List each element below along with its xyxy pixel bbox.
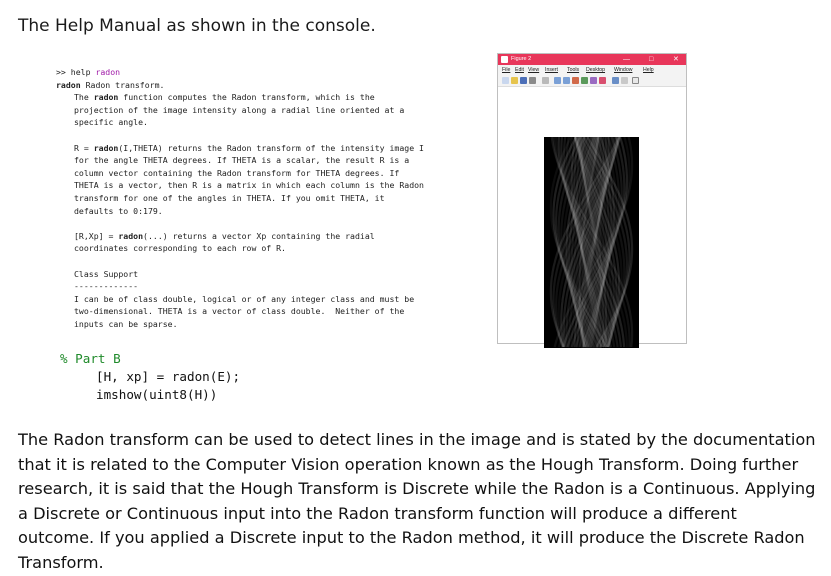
- console-text: (I,THETA) returns the Radon transform of…: [118, 142, 424, 153]
- console-text: for the angle THETA degrees. If THETA is…: [74, 155, 410, 166]
- menu-insert[interactable]: Insert: [545, 67, 558, 73]
- console-line: -------------: [56, 280, 496, 293]
- maximize-button[interactable]: □: [649, 55, 653, 64]
- console-line: two-dimensional. THETA is a vector of cl…: [56, 305, 496, 318]
- sinogram-center-band: [581, 137, 602, 348]
- console-keyword: radon: [118, 230, 144, 241]
- console-command-arg: radon: [95, 67, 121, 77]
- figure-menubar: File Edit View Insert Tools Desktop Window Help: [498, 65, 686, 75]
- console-text: function computes the Radon transform, w…: [118, 92, 375, 103]
- link-icon[interactable]: [612, 77, 619, 84]
- console-line: specific angle.: [56, 116, 496, 129]
- figure-window[interactable]: Figure 2 — □ ✕ File Edit View Insert Tools De…: [497, 53, 687, 348]
- console-text: Class Support: [74, 268, 139, 279]
- console-keyword: radon: [93, 92, 119, 103]
- console-text: R =: [74, 142, 94, 153]
- console-line: R = radon(I,THETA) returns the Radon tra…: [56, 142, 496, 155]
- console-line: defaults to 0:179.: [56, 205, 496, 218]
- console-line: The radon function computes the Radon tr…: [56, 91, 496, 104]
- figure-toolbar: [498, 75, 686, 87]
- matlab-figure-icon: [501, 56, 508, 63]
- menu-view[interactable]: View: [528, 67, 539, 73]
- console-command: help: [70, 67, 91, 77]
- code-line-radon: [H, xp] = radon(E);: [96, 369, 241, 384]
- console-line: [R,Xp] = radon(...) returns a vector Xp …: [56, 230, 496, 243]
- console-line: for the angle THETA degrees. If THETA is…: [56, 154, 496, 167]
- console-line: radon Radon transform.: [56, 79, 496, 92]
- console-text: specific angle.: [74, 117, 148, 128]
- console-text: The: [74, 92, 94, 103]
- radon-sinogram-image: [544, 137, 639, 348]
- new-figure-icon[interactable]: [502, 77, 509, 84]
- console-text: I can be of class double, logical or of …: [74, 293, 415, 304]
- console-text: -------------: [74, 281, 139, 292]
- console-text: two-dimensional. THETA is a vector of cl…: [74, 306, 405, 317]
- console-text: [R,Xp] =: [74, 230, 119, 241]
- body-paragraph: The Radon transform can be used to detec…: [18, 430, 816, 572]
- console-text: defaults to 0:179.: [74, 205, 163, 216]
- console-text: projection of the image intensity along …: [74, 104, 405, 115]
- figure-titlebar[interactable]: Figure 2 — □ ✕: [498, 54, 686, 65]
- code-line-imshow: imshow(uint8(H)): [96, 387, 218, 402]
- console-line: Class Support: [56, 268, 496, 281]
- save-icon[interactable]: [520, 77, 527, 84]
- menu-tools[interactable]: Tools: [567, 67, 579, 73]
- menu-window[interactable]: Window: [614, 67, 632, 73]
- zoom-out-icon[interactable]: [563, 77, 570, 84]
- console-line: THETA is a vector, then R is a matrix in…: [56, 179, 496, 192]
- console-help-text: radon Radon transform. The radon function…: [56, 79, 496, 331]
- legend-icon[interactable]: [632, 77, 639, 84]
- console-line: coordinates corresponding to each row of…: [56, 242, 496, 255]
- open-file-icon[interactable]: [511, 77, 518, 84]
- menu-file[interactable]: File: [502, 67, 510, 73]
- console-text: Radon transform.: [80, 79, 165, 90]
- page-heading: The Help Manual as shown in the console.: [18, 16, 376, 36]
- menu-help[interactable]: Help: [643, 67, 654, 73]
- pointer-icon[interactable]: [542, 77, 549, 84]
- pan-icon[interactable]: [572, 77, 579, 84]
- console-text: THETA is a vector, then R is a matrix in…: [74, 180, 424, 191]
- rotate-icon[interactable]: [581, 77, 588, 84]
- code-comment: % Part B: [60, 351, 121, 366]
- console-text: (...) returns a vector Xp containing the…: [143, 230, 375, 241]
- console-text: coordinates corresponding to each row of…: [74, 243, 286, 254]
- console-line: I can be of class double, logical or of …: [56, 293, 496, 306]
- console-keyword: radon: [93, 142, 119, 153]
- figure-title: Figure 2: [511, 56, 532, 62]
- code-block: % Part B [H, xp] = radon(E); imshow(uint…: [60, 350, 240, 404]
- figure-canvas: [498, 87, 686, 348]
- minimize-button[interactable]: —: [623, 55, 630, 64]
- close-button[interactable]: ✕: [673, 55, 679, 64]
- console-text: inputs can be sparse.: [74, 318, 178, 329]
- colorbar-icon[interactable]: [621, 77, 628, 84]
- brush-icon[interactable]: [599, 77, 606, 84]
- menu-edit[interactable]: Edit: [515, 67, 524, 73]
- console-command-line: >> help radon: [56, 66, 496, 79]
- data-cursor-icon[interactable]: [590, 77, 597, 84]
- console-line: transform for one of the angles in THETA…: [56, 192, 496, 205]
- console-text: column vector containing the Radon trans…: [74, 167, 400, 178]
- console-text: transform for one of the angles in THETA…: [74, 192, 385, 203]
- console-output: >> help radon radon Radon transform. The …: [56, 66, 496, 330]
- console-line: projection of the image intensity along …: [56, 104, 496, 117]
- console-line: column vector containing the Radon trans…: [56, 167, 496, 180]
- zoom-in-icon[interactable]: [554, 77, 561, 84]
- print-icon[interactable]: [529, 77, 536, 84]
- console-keyword: radon: [56, 79, 81, 90]
- console-prompt: >>: [56, 67, 71, 77]
- console-line: inputs can be sparse.: [56, 318, 496, 331]
- menu-desktop[interactable]: Desktop: [586, 67, 605, 73]
